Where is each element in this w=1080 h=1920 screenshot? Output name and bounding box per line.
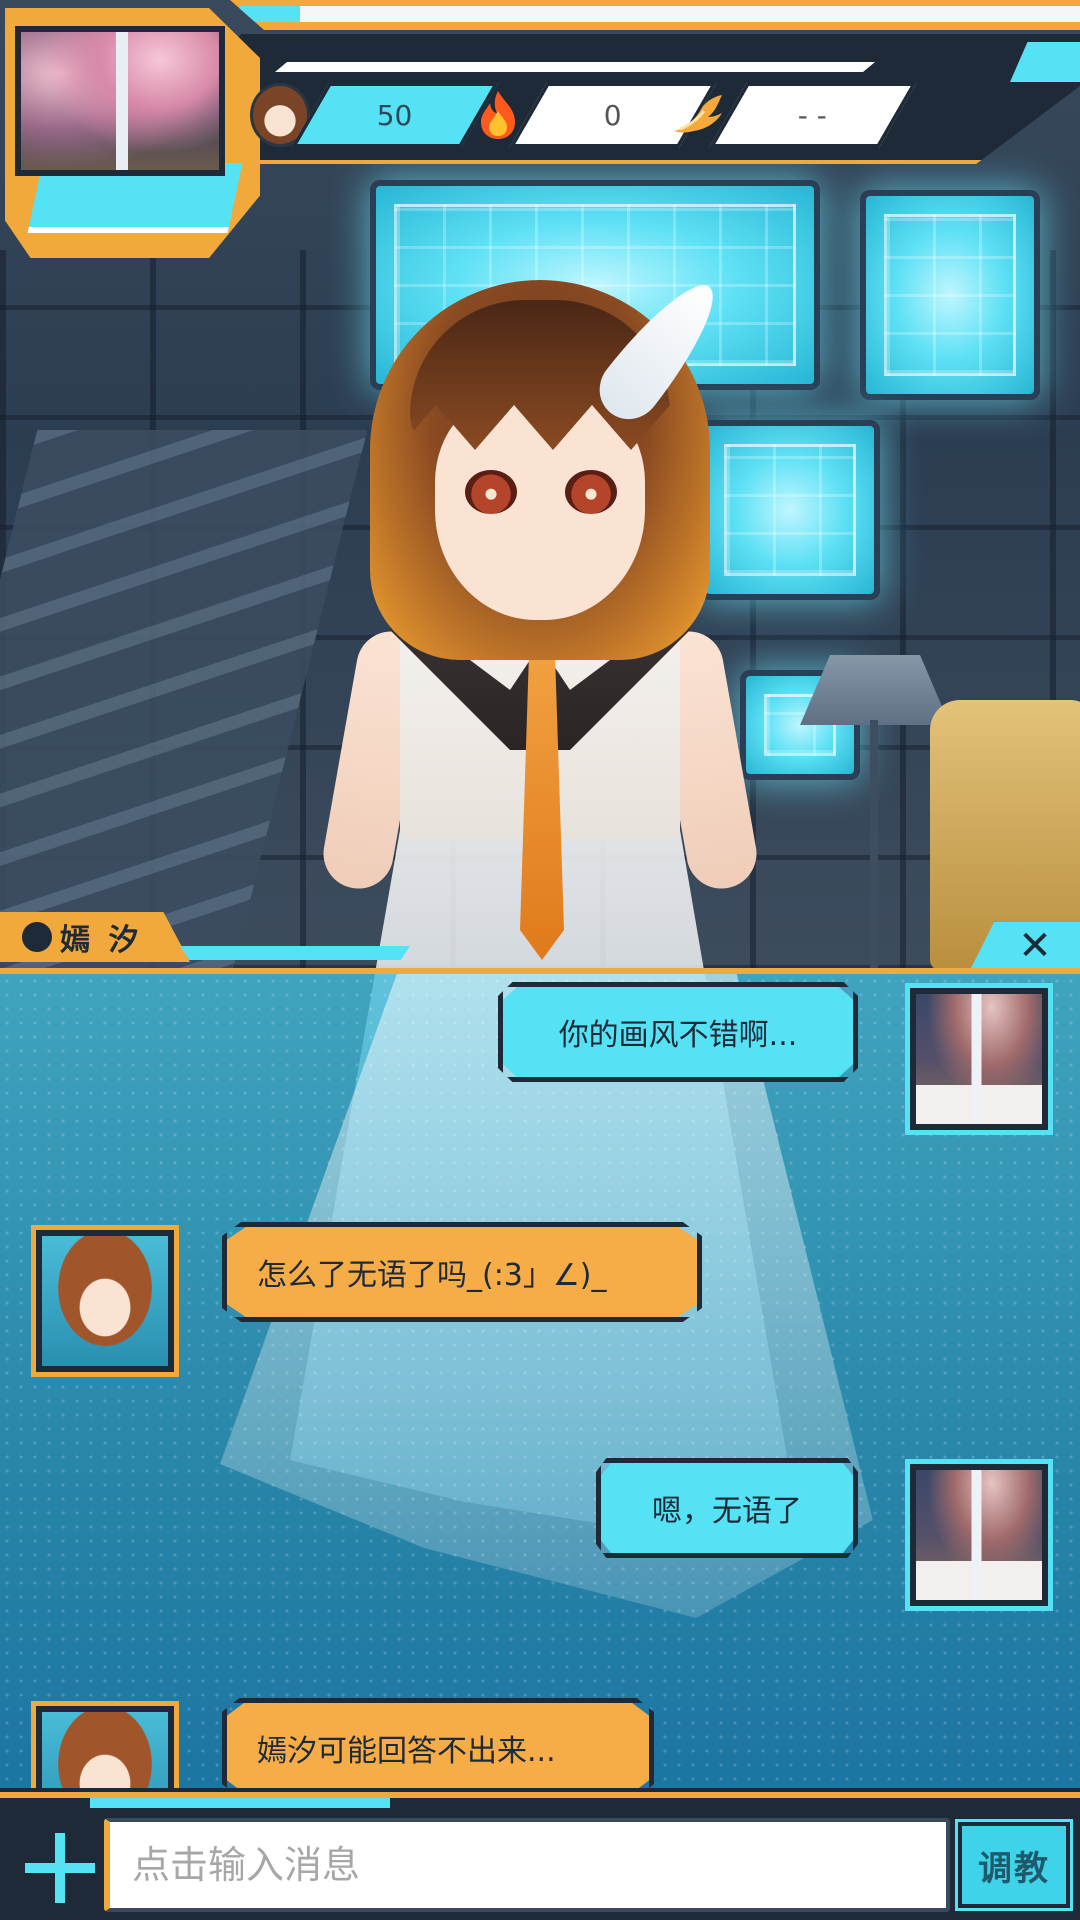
chat-panel[interactable]: 你的画风不错啊... 怎么了无语了吗_(:3」∠)_ 嗯，无语了 嫣汐可能回答不… bbox=[0, 968, 1080, 1788]
message-text: 怎么了无语了吗_(:3」∠)_ bbox=[257, 1258, 607, 1293]
wing-stat: - - bbox=[668, 82, 918, 148]
add-button[interactable] bbox=[20, 1828, 100, 1908]
message-text: 嫣汐可能回答不出来... bbox=[257, 1734, 556, 1769]
close-icon: ✕ bbox=[1018, 923, 1052, 969]
background-monitor-right bbox=[860, 190, 1040, 400]
message-text: 你的画风不错啊... bbox=[558, 1018, 798, 1053]
fire-value: 0 bbox=[604, 98, 622, 132]
character-eye-right bbox=[565, 470, 617, 514]
character-name-tag: 嫣 汐 bbox=[0, 912, 190, 962]
input-bar-accent bbox=[90, 1798, 390, 1808]
character-eye-left bbox=[465, 470, 517, 514]
character-avatar[interactable] bbox=[31, 1701, 179, 1788]
scene-thumbnail-button[interactable] bbox=[5, 8, 260, 258]
character-name: 嫣 汐 bbox=[60, 923, 143, 958]
input-bar: 调教 bbox=[0, 1792, 1080, 1920]
affection-stat: 50 bbox=[250, 82, 500, 148]
character-head-icon bbox=[22, 922, 52, 952]
wing-value: - - bbox=[798, 98, 828, 132]
train-button[interactable]: 调教 bbox=[955, 1819, 1073, 1911]
chat-message-character: 嫣汐可能回答不出来... bbox=[227, 1703, 649, 1788]
background-lamp-pole bbox=[870, 720, 878, 970]
hud-cyan-tag bbox=[1010, 42, 1080, 82]
chat-message-user: 嗯，无语了 bbox=[601, 1463, 853, 1553]
message-input[interactable] bbox=[104, 1818, 950, 1912]
wing-value-box: - - bbox=[708, 82, 918, 148]
top-strip-inner bbox=[300, 6, 1080, 22]
chat-message-character: 怎么了无语了吗_(:3」∠)_ bbox=[227, 1227, 697, 1317]
user-avatar[interactable] bbox=[905, 1459, 1053, 1611]
scene-thumbnail-image bbox=[15, 26, 225, 176]
user-avatar[interactable] bbox=[905, 983, 1053, 1135]
top-decor-strip bbox=[230, 0, 1080, 30]
character-skirt-overlay bbox=[220, 974, 873, 1618]
chat-message-user: 你的画风不错啊... bbox=[503, 987, 853, 1077]
hud-white-line bbox=[275, 62, 875, 72]
character-avatar[interactable] bbox=[31, 1225, 179, 1377]
fire-stat: 0 bbox=[468, 82, 718, 148]
affection-value: 50 bbox=[377, 98, 413, 132]
message-text: 嗯，无语了 bbox=[652, 1494, 802, 1529]
name-tag-accent bbox=[180, 946, 410, 960]
